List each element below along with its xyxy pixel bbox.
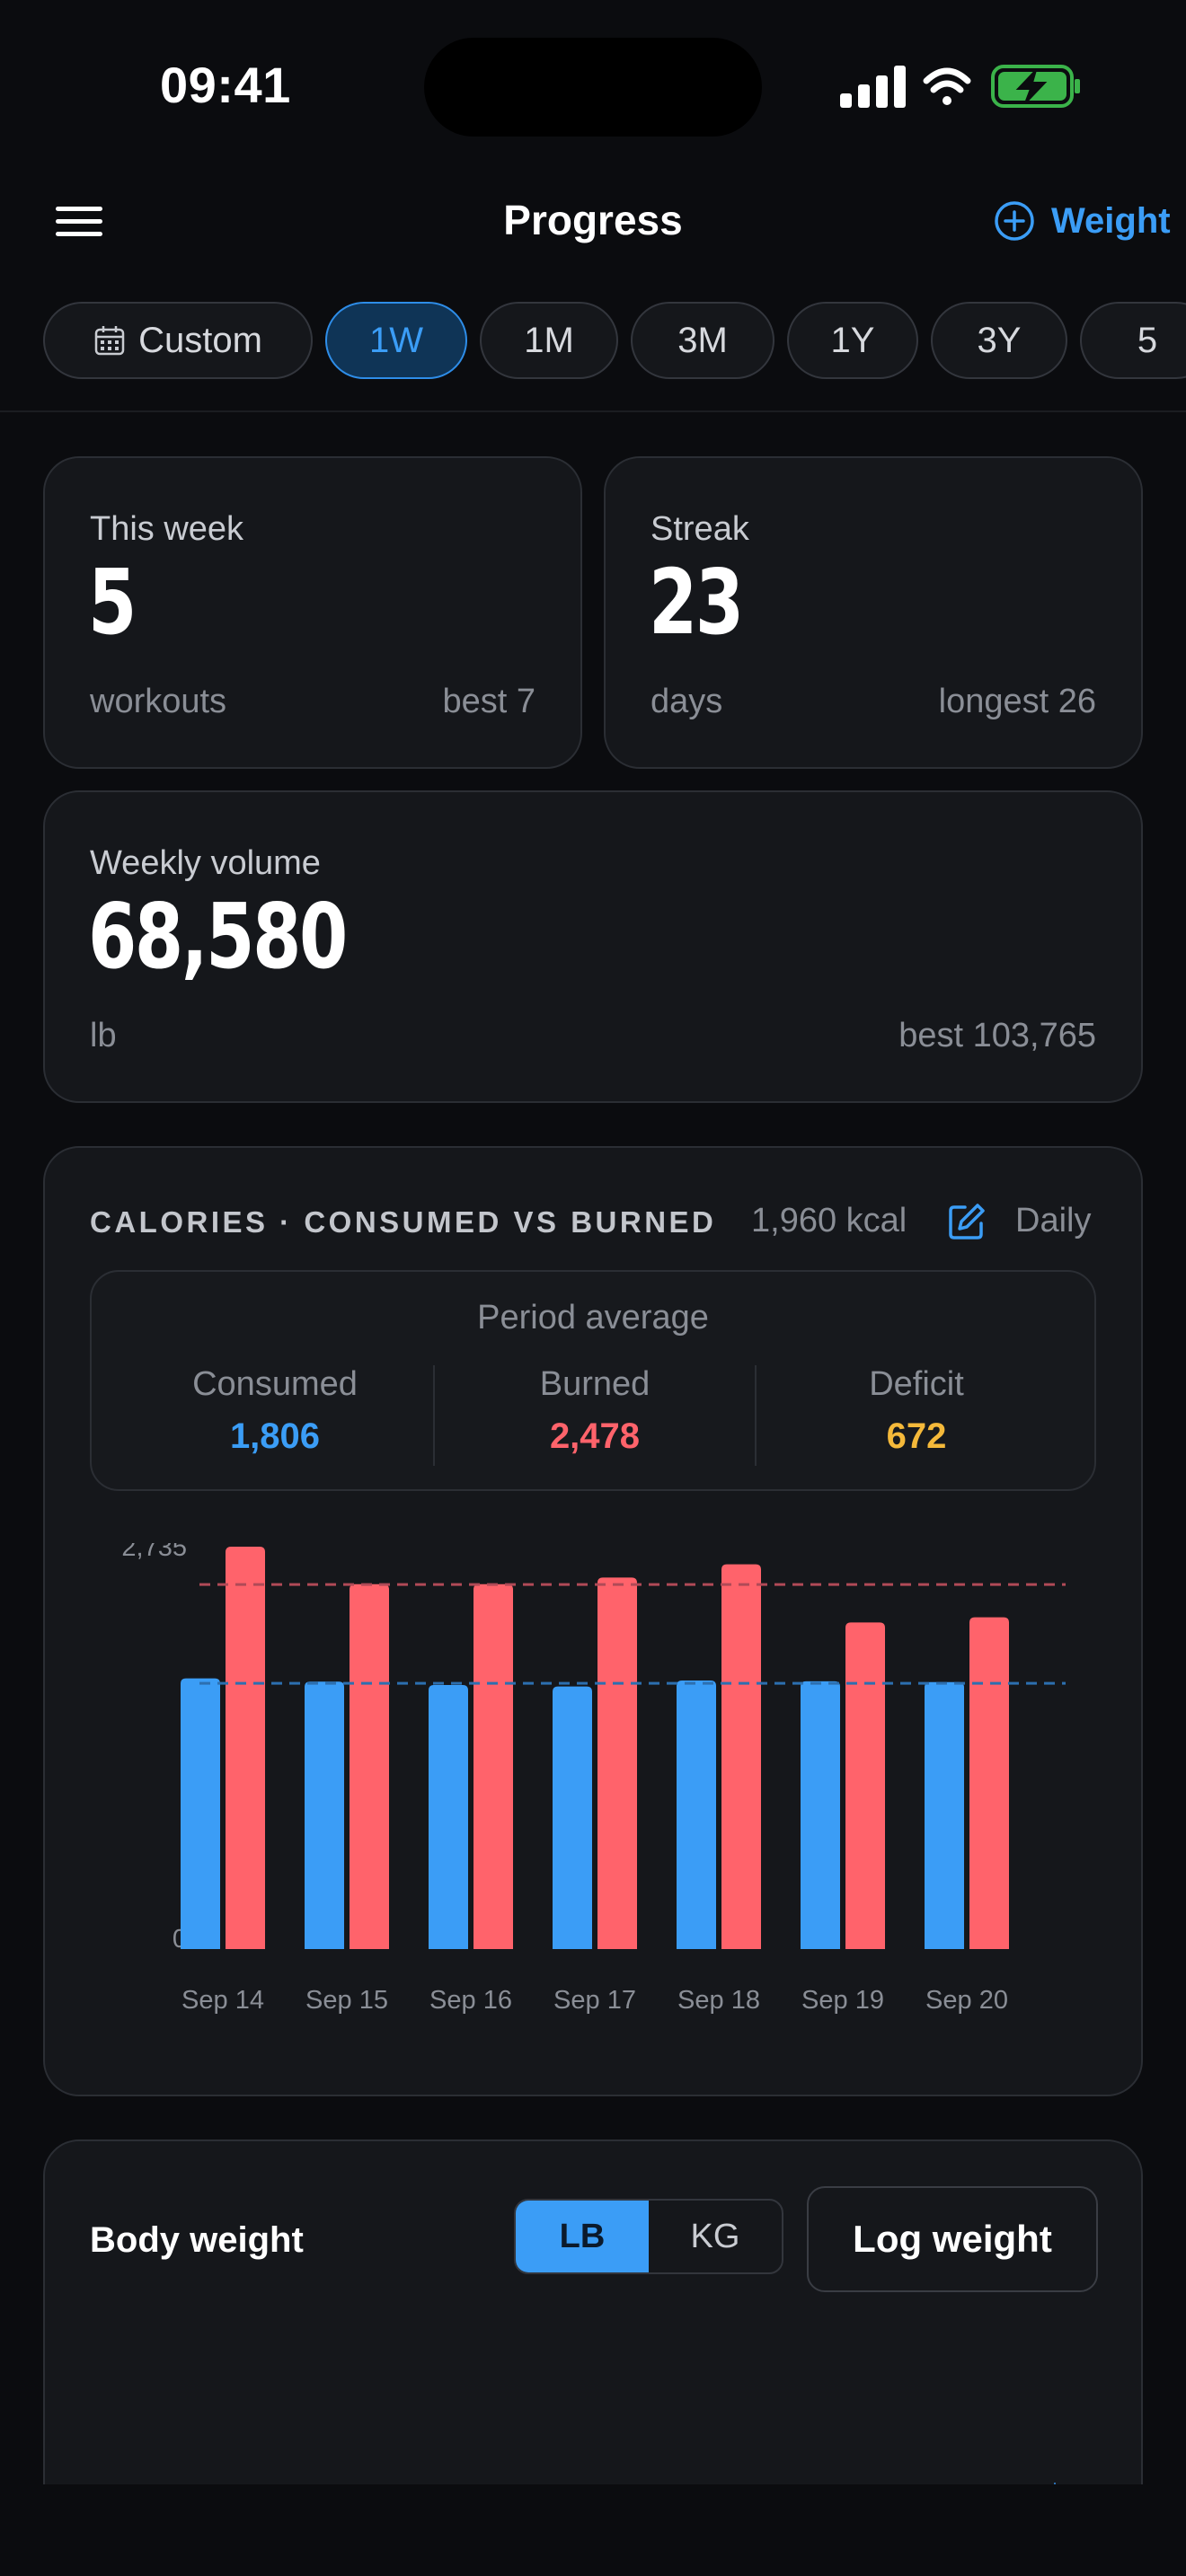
cellular-signal-icon bbox=[840, 66, 906, 108]
stat-best: longest 26 bbox=[938, 683, 1096, 720]
consumed-value: 1,806 bbox=[229, 1416, 321, 1456]
edit-icon bbox=[949, 1204, 985, 1239]
range-label: Custom bbox=[138, 320, 262, 360]
bottom-safe-area bbox=[0, 2484, 1186, 2576]
consumed-bar bbox=[925, 1681, 964, 1949]
add-weight-button[interactable]: Weight bbox=[994, 192, 1171, 250]
status-bar: 09:41 bbox=[0, 0, 1186, 171]
status-time: 09:41 bbox=[160, 57, 291, 113]
deficit-average: Deficit 672 bbox=[782, 1365, 1051, 1457]
x-tick-label: Sep 14 bbox=[181, 1986, 264, 2015]
status-icons bbox=[840, 63, 1083, 110]
stat-value: 68,580 bbox=[88, 884, 348, 989]
stat-best: best 7 bbox=[442, 683, 535, 720]
range-chip-1y[interactable]: 1Y bbox=[787, 302, 918, 379]
consumed-label: Consumed bbox=[192, 1365, 358, 1403]
consumed-average: Consumed 1,806 bbox=[140, 1365, 410, 1457]
add-weight-label: Weight bbox=[1051, 200, 1171, 241]
nav-bar: Progress Weight bbox=[0, 171, 1186, 278]
burned-value: 2,478 bbox=[549, 1416, 641, 1456]
x-tick-label: Sep 18 bbox=[677, 1986, 760, 2015]
burned-average: Burned 2,478 bbox=[460, 1365, 730, 1457]
range-label: 1Y bbox=[830, 320, 875, 360]
x-tick-label: Sep 15 bbox=[305, 1986, 388, 2015]
calendar-icon bbox=[94, 326, 125, 356]
dynamic-island bbox=[424, 38, 762, 137]
consumed-bar bbox=[305, 1681, 344, 1949]
daily-toggle[interactable]: Daily bbox=[1015, 1202, 1091, 1240]
range-selector: Custom 1W 1M 3M 1Y 3Y 5 bbox=[0, 302, 1186, 383]
log-weight-button[interactable]: Log weight bbox=[807, 2186, 1098, 2292]
column-divider bbox=[755, 1365, 757, 1466]
burned-bar bbox=[474, 1584, 513, 1949]
stat-unit: lb bbox=[90, 1017, 117, 1054]
period-average-box: Period average Consumed 1,806 Burned 2,4… bbox=[90, 1270, 1096, 1491]
stat-best: best 103,765 bbox=[898, 1017, 1096, 1054]
burned-bar bbox=[226, 1547, 265, 1949]
consumed-bar bbox=[801, 1681, 840, 1949]
column-divider bbox=[433, 1365, 435, 1466]
x-tick-label: Sep 17 bbox=[553, 1986, 636, 2015]
y-tick-label: 2,735 bbox=[121, 1543, 187, 1562]
weekly-volume-card[interactable]: Weekly volume 68,580 lb best 103,765 bbox=[43, 790, 1143, 1103]
stat-unit: days bbox=[651, 683, 723, 720]
deficit-value: 672 bbox=[886, 1416, 947, 1456]
unit-toggle: LB KG bbox=[514, 2199, 783, 2274]
x-tick-label: Sep 19 bbox=[801, 1986, 884, 2015]
stat-label: Weekly volume bbox=[90, 844, 321, 882]
range-chip-custom[interactable]: Custom bbox=[43, 302, 313, 379]
range-label: 1M bbox=[524, 320, 574, 360]
range-chip-3y[interactable]: 3Y bbox=[931, 302, 1067, 379]
wifi-icon bbox=[923, 67, 971, 105]
burned-bar bbox=[597, 1577, 637, 1949]
range-label: 5 bbox=[1137, 320, 1158, 360]
calories-bar-chart: 2,7350Sep 14 Sep 15 Sep 16 Sep 17 Sep 18 Sep … bbox=[121, 1543, 1066, 2015]
stat-label: This week bbox=[90, 510, 244, 548]
calories-card: CALORIES · CONSUMED VS BURNED 1,960 kcal… bbox=[43, 1146, 1143, 2096]
battery-charging-icon bbox=[991, 65, 1080, 108]
stat-label: Streak bbox=[651, 510, 749, 548]
x-tick-label: Sep 20 bbox=[925, 1986, 1008, 2015]
burned-bar bbox=[845, 1622, 885, 1949]
calories-title: CALORIES · CONSUMED VS BURNED bbox=[90, 1205, 717, 1239]
plus-circle-icon bbox=[995, 201, 1034, 241]
consumed-bar bbox=[429, 1684, 468, 1949]
body-weight-title: Body weight bbox=[90, 2220, 304, 2260]
consumed-bar bbox=[677, 1681, 716, 1949]
consumed-bar bbox=[181, 1678, 220, 1949]
this-week-card[interactable]: This week 5 workouts best 7 bbox=[43, 456, 582, 769]
range-chip-5y[interactable]: 5 bbox=[1080, 302, 1186, 379]
streak-card[interactable]: Streak 23 days longest 26 bbox=[604, 456, 1143, 769]
range-label: 3Y bbox=[977, 320, 1022, 360]
range-chip-3m[interactable]: 3M bbox=[631, 302, 774, 379]
calorie-goal: 1,960 kcal bbox=[751, 1202, 907, 1239]
unit-option-lb[interactable]: LB bbox=[516, 2201, 649, 2272]
stat-value: 23 bbox=[649, 550, 744, 655]
unit-option-kg[interactable]: KG bbox=[649, 2201, 782, 2272]
deficit-label: Deficit bbox=[869, 1365, 964, 1403]
burned-bar bbox=[721, 1564, 761, 1949]
burned-bar bbox=[350, 1584, 389, 1949]
period-average-title: Period average bbox=[477, 1299, 709, 1337]
range-label: 3M bbox=[677, 320, 728, 360]
stat-value: 5 bbox=[88, 550, 137, 655]
header-divider bbox=[0, 410, 1186, 412]
burned-label: Burned bbox=[539, 1365, 651, 1403]
stat-unit: workouts bbox=[90, 683, 227, 720]
edit-goal-button[interactable] bbox=[947, 1202, 987, 1246]
x-tick-label: Sep 16 bbox=[429, 1986, 512, 2015]
range-label: 1W bbox=[369, 320, 423, 360]
range-chip-1w[interactable]: 1W bbox=[325, 302, 467, 379]
consumed-bar bbox=[553, 1686, 592, 1949]
range-chip-1m[interactable]: 1M bbox=[480, 302, 618, 379]
burned-bar bbox=[969, 1617, 1009, 1949]
